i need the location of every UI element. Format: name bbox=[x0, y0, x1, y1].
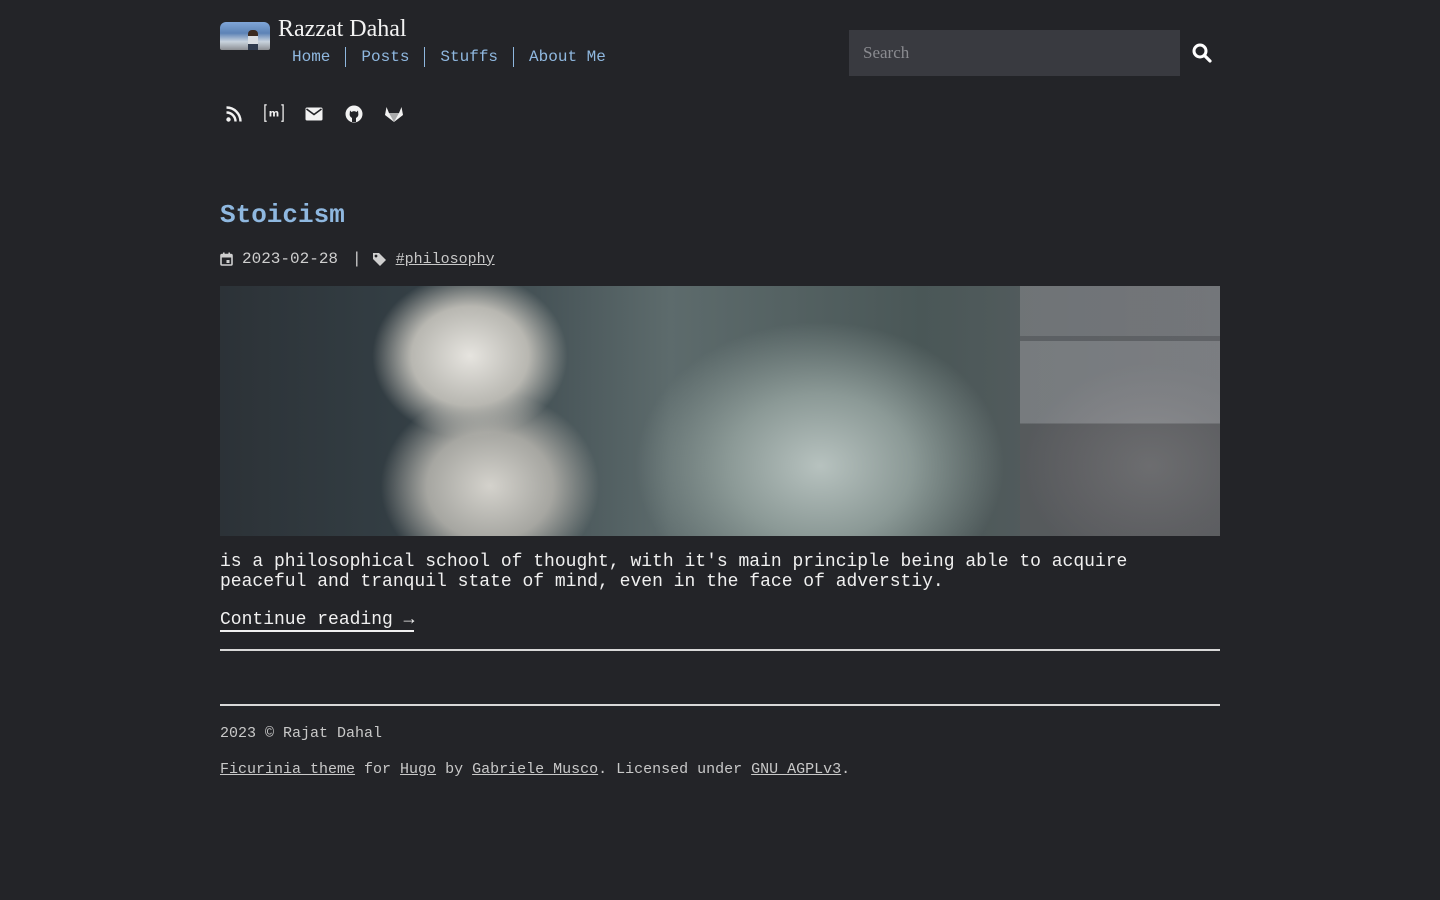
continue-reading-link[interactable]: Continue reading → bbox=[220, 610, 415, 632]
nav-stuffs[interactable]: Stuffs bbox=[424, 47, 513, 67]
site-title[interactable]: Razzat Dahal bbox=[278, 14, 407, 44]
by-text: by bbox=[436, 761, 473, 778]
matrix-icon[interactable]: m bbox=[264, 102, 284, 126]
theme-link[interactable]: Ficurinia theme bbox=[220, 761, 355, 778]
post-cover-image[interactable] bbox=[220, 286, 1220, 536]
github-icon[interactable] bbox=[344, 102, 364, 126]
author-link[interactable]: Gabriele Musco bbox=[472, 761, 598, 778]
meta-separator: | bbox=[352, 250, 362, 268]
hugo-link[interactable]: Hugo bbox=[400, 761, 436, 778]
post-title[interactable]: Stoicism bbox=[220, 200, 345, 230]
main-nav: Home Posts Stuffs About Me bbox=[292, 47, 621, 67]
nav-home[interactable]: Home bbox=[292, 47, 345, 67]
svg-text:m: m bbox=[269, 108, 279, 119]
copyright: 2023 © Rajat Dahal bbox=[220, 725, 383, 742]
post-excerpt: is a philosophical school of thought, wi… bbox=[220, 552, 1128, 592]
licensed-text: . Licensed under bbox=[598, 761, 752, 778]
search-form bbox=[849, 30, 1222, 76]
search-icon bbox=[1192, 43, 1212, 63]
footer-divider bbox=[220, 704, 1220, 706]
avatar[interactable] bbox=[220, 22, 270, 50]
rss-icon[interactable] bbox=[224, 102, 244, 126]
nav-posts[interactable]: Posts bbox=[345, 47, 424, 67]
mail-icon[interactable] bbox=[304, 102, 324, 126]
footer-credits: Ficurinia theme for Hugo by Gabriele Mus… bbox=[220, 761, 850, 778]
license-link[interactable]: GNU AGPLv3 bbox=[751, 761, 841, 778]
site-brand[interactable]: Razzat Dahal bbox=[220, 14, 407, 50]
gitlab-icon[interactable] bbox=[384, 102, 404, 126]
search-button[interactable] bbox=[1182, 33, 1222, 73]
post-date: 2023-02-28 bbox=[242, 250, 339, 268]
social-links: m bbox=[224, 102, 404, 126]
tag-icon bbox=[372, 252, 386, 266]
divider bbox=[220, 649, 1220, 651]
post-meta: 2023-02-28 | #philosophy bbox=[220, 250, 495, 268]
end-text: . bbox=[841, 761, 851, 778]
search-input[interactable] bbox=[849, 30, 1180, 76]
tag-philosophy[interactable]: #philosophy bbox=[396, 251, 495, 268]
for-text: for bbox=[355, 761, 401, 778]
nav-about-me[interactable]: About Me bbox=[513, 47, 621, 67]
calendar-icon bbox=[220, 252, 233, 266]
